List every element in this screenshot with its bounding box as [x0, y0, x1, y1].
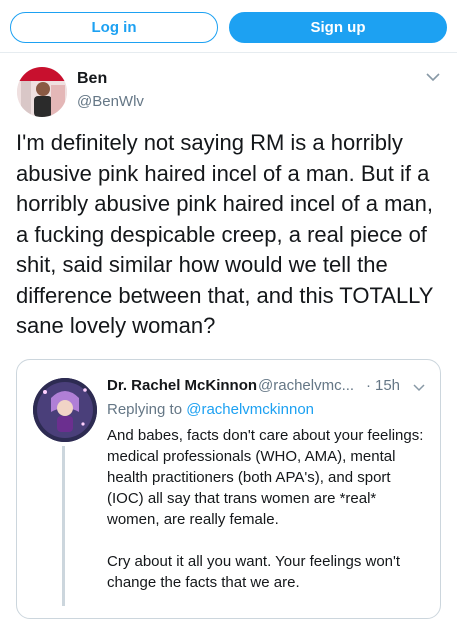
login-button[interactable]: Log in [10, 12, 218, 43]
quoted-paragraph: Cry about it all you want. Your feelings… [107, 553, 401, 591]
replying-to-label: Replying to [107, 401, 183, 418]
quoted-author-avatar[interactable] [33, 378, 97, 442]
replying-to-link[interactable]: @rachelvmckinnon [186, 401, 314, 418]
top-bar: Log in Sign up [0, 0, 457, 53]
meta-separator: · [366, 377, 371, 394]
tweet-text: I'm definitely not saying RM is a horrib… [16, 130, 434, 338]
quoted-author-handle[interactable]: @rachelvmc... [258, 377, 354, 394]
quoted-timestamp[interactable]: 15h [375, 377, 400, 394]
thread-connector-line [62, 446, 65, 606]
quoted-paragraph: And babes, facts don't care about your f… [107, 427, 424, 528]
chevron-down-icon[interactable] [426, 72, 440, 82]
replying-to-line: Replying to @rachelvmckinnon [107, 401, 314, 418]
author-handle[interactable]: @BenWlv [77, 93, 144, 110]
author-name[interactable]: Ben [77, 70, 107, 88]
quoted-tweet-body: And babes, facts don't care about your f… [107, 425, 427, 614]
quoted-author-name[interactable]: Dr. Rachel McKinnon [107, 377, 257, 394]
chevron-down-icon[interactable] [413, 383, 425, 392]
signup-button[interactable]: Sign up [229, 12, 447, 43]
author-avatar[interactable] [17, 67, 67, 117]
